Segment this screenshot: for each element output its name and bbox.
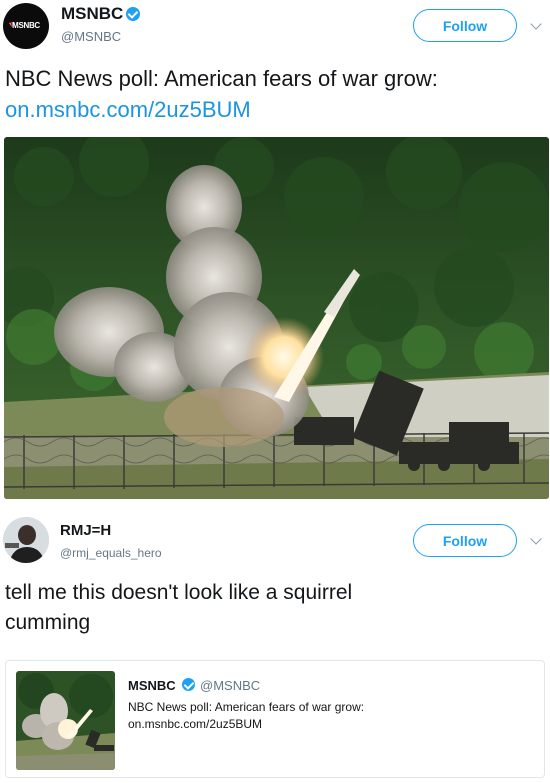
verified-badge-icon xyxy=(126,7,140,21)
quoted-tweet[interactable]: MSNBC @MSNBC NBC News poll: American fea… xyxy=(5,660,545,778)
display-name[interactable]: RMJ=H xyxy=(60,522,111,539)
tweet-text: NBC News poll: American fears of war gro… xyxy=(5,66,438,91)
handle[interactable]: @MSNBC xyxy=(61,29,121,44)
avatar-logo-text: MSNBC xyxy=(12,21,40,30)
display-name[interactable]: MSNBC xyxy=(61,4,123,24)
follow-button[interactable]: Follow xyxy=(413,524,517,557)
tweet-text-line-2: cumming xyxy=(5,611,91,634)
chevron-down-icon[interactable] xyxy=(530,18,542,30)
follow-button[interactable]: Follow xyxy=(413,9,517,42)
tweet-rmj: RMJ=H @rmj_equals_hero Follow tell me th… xyxy=(0,510,550,783)
rmj-avatar[interactable] xyxy=(3,517,49,563)
verified-badge-icon xyxy=(182,678,195,691)
tweet-link[interactable]: on.msnbc.com/2uz5BUM xyxy=(5,95,251,125)
missile-launch-thumbnail xyxy=(16,671,115,770)
msnbc-avatar[interactable]: MSNBC xyxy=(3,3,49,49)
quoted-display-name: MSNBC xyxy=(128,678,176,693)
quoted-tweet-text: NBC News poll: American fears of war gro… xyxy=(128,700,365,714)
tweet-msnbc: MSNBC MSNBC @MSNBC Follow NBC News poll:… xyxy=(0,0,550,505)
handle[interactable]: @rmj_equals_hero xyxy=(60,546,162,560)
tweet-text-line-1: tell me this doesn't look like a squirre… xyxy=(5,581,353,604)
person-avatar-icon xyxy=(3,517,49,563)
quoted-tweet-link[interactable]: on.msnbc.com/2uz5BUM xyxy=(128,716,262,733)
chevron-down-icon[interactable] xyxy=(530,533,542,545)
quoted-tweet-thumbnail xyxy=(16,671,115,770)
tweet-media[interactable] xyxy=(4,137,549,499)
missile-launch-photo xyxy=(4,137,549,499)
quoted-handle: @MSNBC xyxy=(200,678,261,693)
